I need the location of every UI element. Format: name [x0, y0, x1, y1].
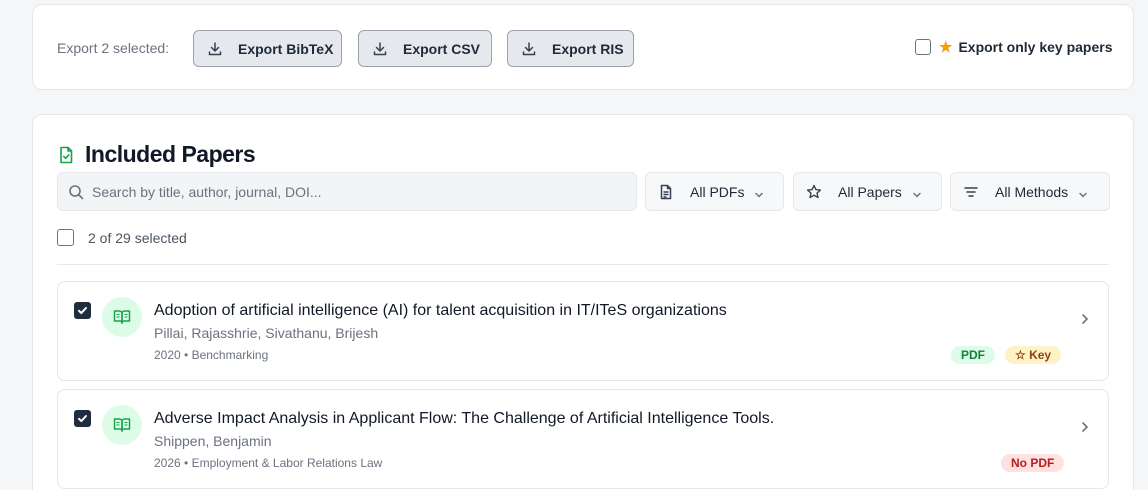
- chevron-right-icon[interactable]: [1080, 312, 1090, 326]
- search-box[interactable]: [57, 172, 637, 211]
- no-pdf-badge: No PDF: [1001, 454, 1065, 472]
- paper-checkbox[interactable]: [74, 302, 91, 319]
- paper-authors: Pillai, Rajasshrie, Sivathanu, Brijesh: [154, 325, 379, 341]
- select-all-checkbox[interactable]: [57, 229, 74, 246]
- paper-checkbox[interactable]: [74, 410, 91, 427]
- divider: [57, 264, 1109, 265]
- page-title: Included Papers: [85, 141, 256, 167]
- download-icon: [371, 40, 389, 58]
- pdf-filter-dropdown[interactable]: All PDFs: [645, 172, 784, 211]
- download-icon: [520, 40, 538, 58]
- search-icon: [68, 184, 84, 200]
- methods-filter-value: All Methods: [995, 183, 1069, 200]
- paper-meta: 2020 • Benchmarking: [154, 348, 269, 362]
- export-ris-label: Export RIS: [552, 40, 624, 57]
- search-input[interactable]: [92, 183, 592, 200]
- export-key-only-checkbox[interactable]: [915, 39, 931, 55]
- export-key-only-label: Export only key papers: [958, 39, 1113, 55]
- filter-lines-icon: [963, 184, 979, 200]
- paper-authors: Shippen, Benjamin: [154, 433, 272, 449]
- selection-count: 2 of 29 selected: [88, 229, 187, 246]
- export-csv-button[interactable]: Export CSV: [358, 30, 492, 67]
- included-papers-panel: Included Papers All PDFs All Papers All …: [32, 114, 1134, 490]
- paper-card[interactable]: Adverse Impact Analysis in Applicant Flo…: [57, 389, 1109, 489]
- paper-meta: 2026 • Employment & Labor Relations Law: [154, 456, 383, 470]
- paper-title[interactable]: Adoption of artificial intelligence (AI)…: [154, 302, 727, 320]
- papers-filter-dropdown[interactable]: All Papers: [793, 172, 942, 211]
- star-icon: ★: [939, 39, 953, 56]
- export-bibtex-label: Export BibTeX: [238, 40, 334, 57]
- chevron-right-icon[interactable]: [1080, 420, 1090, 434]
- book-open-icon: [102, 405, 142, 445]
- chevron-down-icon: [1078, 187, 1088, 198]
- papers-filter-value: All Papers: [838, 183, 902, 200]
- export-bar: Export 2 selected: Export BibTeX Export …: [32, 4, 1134, 90]
- document-check-icon: [57, 146, 75, 164]
- paper-card[interactable]: Adoption of artificial intelligence (AI)…: [57, 281, 1109, 381]
- paper-title[interactable]: Adverse Impact Analysis in Applicant Flo…: [154, 410, 774, 428]
- export-bibtex-button[interactable]: Export BibTeX: [193, 30, 342, 67]
- methods-filter-dropdown[interactable]: All Methods: [950, 172, 1110, 211]
- chevron-down-icon: [754, 187, 764, 198]
- export-ris-button[interactable]: Export RIS: [507, 30, 634, 67]
- pdf-badge: PDF: [951, 346, 995, 364]
- star-outline-icon: [806, 184, 822, 200]
- chevron-down-icon: [912, 187, 922, 198]
- file-text-icon: [658, 184, 674, 200]
- book-open-icon: [102, 297, 142, 337]
- export-key-only-toggle[interactable]: ★ Export only key papers: [915, 38, 1113, 56]
- export-selected-label: Export 2 selected:: [57, 40, 170, 56]
- section-header: Included Papers: [57, 141, 256, 168]
- download-icon: [206, 40, 224, 58]
- key-badge: ☆ Key: [1005, 346, 1062, 364]
- export-csv-label: Export CSV: [403, 40, 481, 57]
- select-all-row: 2 of 29 selected: [57, 229, 187, 246]
- pdf-filter-value: All PDFs: [690, 183, 745, 200]
